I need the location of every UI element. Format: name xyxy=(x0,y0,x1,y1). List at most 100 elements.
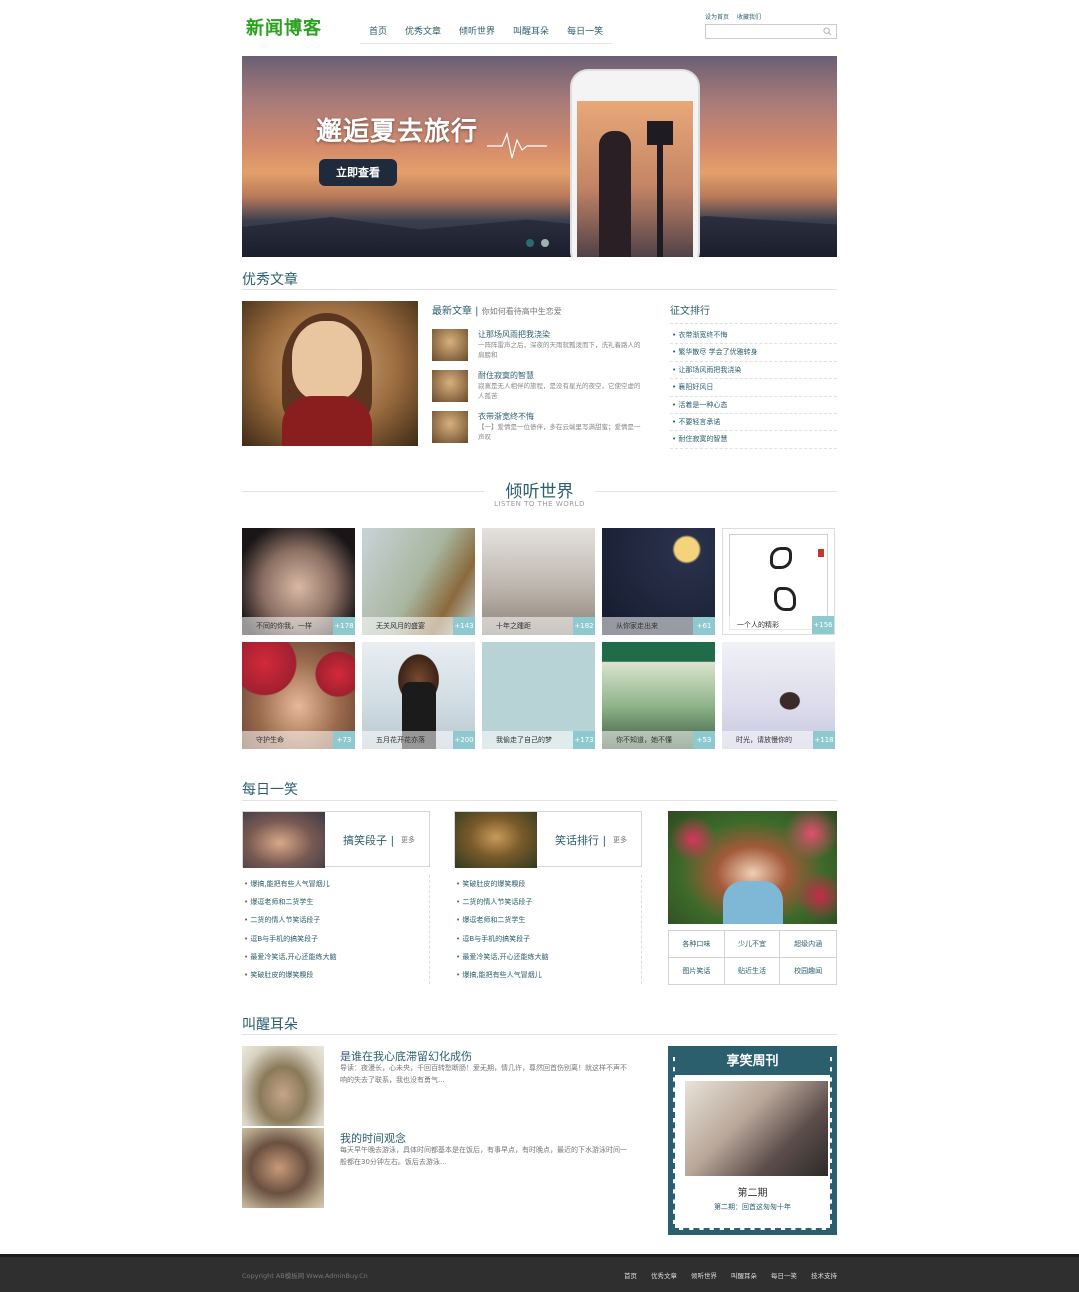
divider xyxy=(242,1034,837,1035)
grid-cell[interactable]: 图片笑话 xyxy=(669,958,725,984)
magazine-frame: 享笑周刊 第二期 第二期：回首这匆匆十年 xyxy=(673,1051,832,1230)
nav-joke[interactable]: 每日一笑 xyxy=(558,22,612,43)
gallery-item[interactable]: 十年之踵距 +182 xyxy=(482,528,595,635)
list-item[interactable]: 最爱冷笑话,开心还能练大脑 xyxy=(242,948,429,966)
search-icon[interactable] xyxy=(823,27,832,36)
nav-listen[interactable]: 倾听世界 xyxy=(450,22,504,43)
gallery-item[interactable]: 我偷走了自己的梦 +173 xyxy=(482,642,595,749)
ranking-item[interactable]: 耐住寂寞的智慧 xyxy=(670,431,837,449)
mountain-silhouette xyxy=(242,216,837,257)
gallery-item[interactable]: 你不知道，她不懂 +53 xyxy=(602,642,715,749)
gallery-item[interactable]: 从你家走出来 +61 xyxy=(602,528,715,635)
footer-link-listen[interactable]: 倾听世界 xyxy=(691,1270,717,1280)
wake-thumb[interactable] xyxy=(242,1128,324,1208)
red-seal xyxy=(818,549,824,557)
article-thumb xyxy=(432,329,468,361)
grid-cell[interactable]: 校园趣闻 xyxy=(780,958,836,984)
gallery-item[interactable]: 一个人的精彩 +156 xyxy=(722,528,835,635)
wake-desc: 导读：夜漫长，心未央，千回百转愁断肠！爱无期，情几许，尊然回首伤别离！就这样不声… xyxy=(340,1064,627,1084)
search-input[interactable] xyxy=(706,31,818,45)
divider xyxy=(242,800,837,801)
nav-wake[interactable]: 叫醒耳朵 xyxy=(504,22,558,43)
section-title-listen: 倾听世界 xyxy=(505,482,574,502)
ranking-item[interactable]: 活着是一种心态 xyxy=(670,397,837,415)
footer-link-joke[interactable]: 每日一笑 xyxy=(771,1270,797,1280)
article-thumb xyxy=(432,370,468,402)
grid-cell[interactable]: 超级内涵 xyxy=(780,931,836,958)
site-footer: Copyright AB模板网 Www.AdminBuy.Cn 首页 优秀文章 … xyxy=(0,1254,1079,1292)
list-item[interactable]: 笑破肚皮的爆笑糗段 xyxy=(242,966,429,984)
more-link[interactable]: 更多 xyxy=(401,835,415,845)
magazine-issue-subtitle[interactable]: 第二期：回首这匆匆十年 xyxy=(675,1202,830,1212)
ranking-item[interactable]: 繁华散尽 学会了优雅转身 xyxy=(670,344,837,362)
list-item[interactable]: 衣带渐宽终不悔 【一】爱情是一位债伴，多在云端里写满甜蜜；爱情是一声叹 xyxy=(432,411,642,445)
footer-nav: 首页 优秀文章 倾听世界 叫醒耳朵 每日一笑 技术支持 xyxy=(624,1270,837,1280)
latest-sub[interactable]: 你如何看待高中生恋爱 xyxy=(482,307,562,316)
copyright: Copyright AB模板网 Www.AdminBuy.Cn xyxy=(242,1272,368,1280)
list-item[interactable]: 让那场风雨把我浇染 一阵阵雷声之后，深夜的天雨就瓢泼而下，洗礼着路人的肩膀和 xyxy=(432,329,642,363)
hero-banner[interactable]: 邂逅夏去旅行 立即查看 xyxy=(242,56,837,257)
essay-ranking: 征文排行 衣带渐宽终不悔 繁华散尽 学会了优雅转身 让那场风雨把我浇染 襄阳好风… xyxy=(670,302,837,449)
camera-icon xyxy=(647,121,673,145)
banner-title: 邂逅夏去旅行 xyxy=(316,117,479,147)
banner-view-button[interactable]: 立即查看 xyxy=(319,159,397,186)
gallery-item[interactable]: 时光，请放慢你的 +118 xyxy=(722,642,835,749)
ranking-item[interactable]: 襄阳好风日 xyxy=(670,379,837,397)
list-item[interactable]: 逗B与手机的搞笑段子 xyxy=(242,930,429,948)
more-link[interactable]: 更多 xyxy=(613,835,627,845)
wake-desc: 每天早午晚去游泳，具体时间都基本是在饭后，有事早点，有时晚点，最近的下水游泳时间… xyxy=(340,1146,627,1166)
grid-cell[interactable]: 各种口味 xyxy=(669,931,725,958)
nav-articles[interactable]: 优秀文章 xyxy=(396,22,450,43)
gallery-item[interactable]: 无关风月的盛宴 +143 xyxy=(362,528,475,635)
wake-thumb[interactable] xyxy=(242,1046,324,1126)
gallery-item[interactable]: 五月花开花亦落 +200 xyxy=(362,642,475,749)
article-title[interactable]: 耐住寂寞的智慧 xyxy=(478,370,534,381)
gallery-count: +143 xyxy=(453,617,475,635)
ranking-item[interactable]: 衣带渐宽终不悔 xyxy=(670,327,837,345)
list-item[interactable]: 爆逗老师和二货学生 xyxy=(242,893,429,911)
main-nav: 首页 优秀文章 倾听世界 叫醒耳朵 每日一笑 xyxy=(360,22,613,44)
list-item[interactable]: 爆搞,能把有些人气冒烟儿 xyxy=(454,966,641,984)
list-item[interactable]: 笑破肚皮的爆笑糗段 xyxy=(454,875,641,893)
footer-link-home[interactable]: 首页 xyxy=(624,1270,637,1280)
list-item[interactable]: 二货的情人节笑话段子 xyxy=(454,893,641,911)
gallery-count: +53 xyxy=(693,731,715,749)
footer-link-articles[interactable]: 优秀文章 xyxy=(651,1270,677,1280)
grid-cell[interactable]: 少儿不宜 xyxy=(724,931,781,958)
phone-illustration xyxy=(570,69,700,257)
site-logo[interactable]: 新闻博客 xyxy=(246,14,322,40)
bookmark-link[interactable]: 收藏我们 xyxy=(737,14,761,21)
weekly-magazine[interactable]: 享笑周刊 第二期 第二期：回首这匆匆十年 xyxy=(668,1046,837,1235)
list-item[interactable]: 二货的情人节笑话段子 xyxy=(242,911,429,929)
gallery-count: +73 xyxy=(333,731,355,749)
photo-woman-silhouette xyxy=(599,131,631,257)
featured-article-image[interactable] xyxy=(242,301,418,446)
divider xyxy=(242,289,837,290)
gallery-item[interactable]: 不同的你我，一样 +178 xyxy=(242,528,355,635)
gallery-count: +182 xyxy=(573,617,595,635)
grid-cell[interactable]: 贴近生活 xyxy=(725,958,781,984)
list-item[interactable]: 逗B与手机的搞笑段子 xyxy=(454,930,641,948)
gallery-count: +118 xyxy=(813,731,835,749)
article-title[interactable]: 衣带渐宽终不悔 xyxy=(478,411,534,422)
nav-home[interactable]: 首页 xyxy=(360,22,396,43)
ink-stroke xyxy=(774,587,796,611)
gallery-count: +61 xyxy=(693,617,715,635)
footer-link-wake[interactable]: 叫醒耳朵 xyxy=(731,1270,757,1280)
gallery-item[interactable]: 守护生命 +73 xyxy=(242,642,355,749)
ranking-item[interactable]: 不要轻言承诺 xyxy=(670,414,837,432)
ranking-item[interactable]: 让那场风雨把我浇染 xyxy=(670,362,837,380)
joke-category-box[interactable]: 笑话排行 | 更多 xyxy=(454,811,642,868)
article-title[interactable]: 让那场风雨把我浇染 xyxy=(478,329,550,340)
list-item[interactable]: 耐住寂寞的智慧 寂寞是无人相伴的旅程，是没有星光的夜空，它使空虚的人孤苦 xyxy=(432,370,642,404)
list-item[interactable]: 爆搞,能把有些人气冒烟儿 xyxy=(242,875,429,893)
slide-dot-1[interactable] xyxy=(526,239,534,247)
joke-category-box[interactable]: 搞笑段子 | 更多 xyxy=(242,811,430,868)
slide-dot-2[interactable] xyxy=(541,239,549,247)
list-item[interactable]: 最爱冷笑话,开心还能练大脑 xyxy=(454,948,641,966)
gallery-count: +156 xyxy=(812,616,834,634)
footer-link-support[interactable]: 技术支持 xyxy=(811,1270,837,1280)
set-homepage-link[interactable]: 设为首页 xyxy=(705,14,729,21)
list-item[interactable]: 爆逗老师和二货学生 xyxy=(454,911,641,929)
joke-feature-image[interactable] xyxy=(668,811,837,924)
